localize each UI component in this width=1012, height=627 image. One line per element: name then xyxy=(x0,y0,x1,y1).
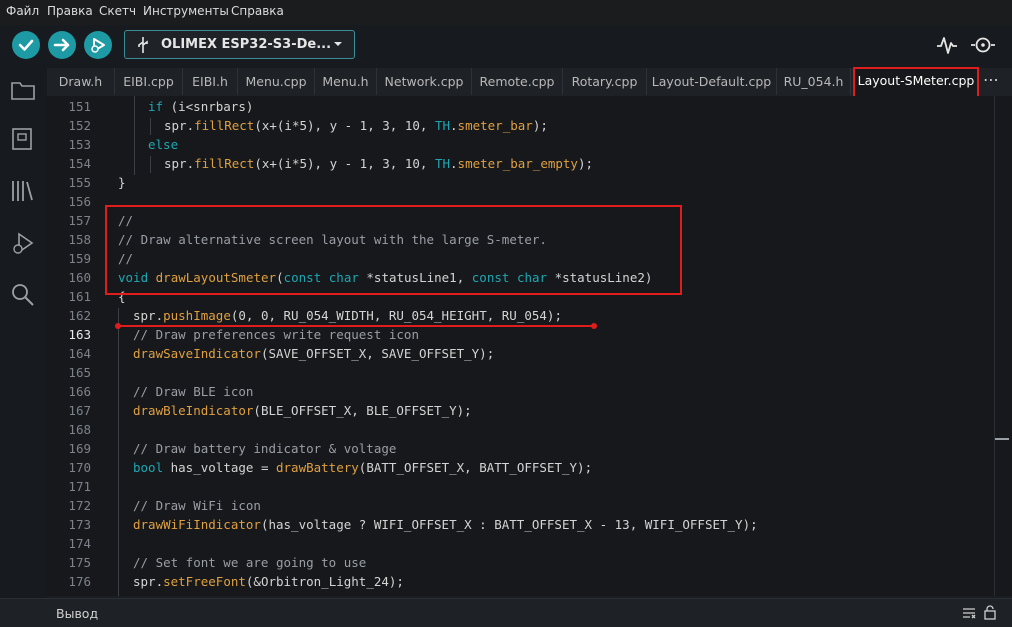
code-line: bool has_voltage = drawBattery(BATT_OFFS… xyxy=(133,460,593,475)
menu-tools[interactable]: Инструменты xyxy=(143,4,229,18)
vertical-scrollbar[interactable] xyxy=(994,96,995,596)
code-line: drawSaveIndicator(SAVE_OFFSET_X, SAVE_OF… xyxy=(133,346,495,361)
clear-output-icon[interactable] xyxy=(962,607,976,619)
search-icon[interactable] xyxy=(10,282,36,308)
line-number: 166 xyxy=(68,384,91,399)
debug-button[interactable] xyxy=(84,31,112,59)
line-number: 160 xyxy=(68,270,91,285)
menu-help[interactable]: Справка xyxy=(231,4,284,18)
line-number: 157 xyxy=(68,213,91,228)
boards-manager-icon[interactable] xyxy=(10,126,36,152)
debug-icon xyxy=(91,38,105,53)
line-number: 168 xyxy=(68,422,91,437)
code-line: spr.fillRect(x+(i*5), y - 1, 3, 10, TH.s… xyxy=(164,156,594,171)
line-number: 165 xyxy=(68,365,91,380)
indent-guide xyxy=(150,118,151,135)
tab-remote-cpp[interactable]: Remote.cpp xyxy=(472,68,563,95)
line-number: 175 xyxy=(68,555,91,570)
line-number: 169 xyxy=(68,441,91,456)
line-number: 161 xyxy=(68,289,91,304)
line-number: 154 xyxy=(68,156,91,171)
line-number: 172 xyxy=(68,498,91,513)
line-number: 171 xyxy=(68,479,91,494)
code-line: // Draw BLE icon xyxy=(133,384,254,399)
tab-menu-h[interactable]: Menu.h xyxy=(315,68,377,95)
underline-start-dot xyxy=(115,323,121,329)
line-number: 152 xyxy=(68,118,91,133)
code-editor[interactable]: 151 152 153 154 155 156 157 158 159 160 … xyxy=(47,96,1012,596)
board-selector[interactable]: OLIMEX ESP32-S3-De... xyxy=(124,30,355,59)
code-line: drawBleIndicator(BLE_OFFSET_X, BLE_OFFSE… xyxy=(133,403,472,418)
usb-icon xyxy=(138,37,148,53)
line-number: 159 xyxy=(68,251,91,266)
highlight-underline xyxy=(117,325,594,327)
upload-button[interactable] xyxy=(48,31,76,59)
more-tabs-icon[interactable]: ⋯ xyxy=(983,70,999,89)
line-number: 173 xyxy=(68,517,91,532)
tab-ru-054-h[interactable]: RU_054.h xyxy=(777,68,851,95)
highlight-box xyxy=(105,205,682,295)
serial-monitor-icon[interactable] xyxy=(970,34,996,56)
code-line-current: // Draw preferences write request icon xyxy=(133,327,419,342)
underline-end-dot xyxy=(591,323,597,329)
line-number: 164 xyxy=(68,346,91,361)
chevron-down-icon xyxy=(334,42,342,46)
toolbar: OLIMEX ESP32-S3-De... xyxy=(0,25,1012,68)
code-line: // Draw battery indicator & voltage xyxy=(133,441,397,456)
line-number: 151 xyxy=(68,99,91,114)
line-number: 170 xyxy=(68,460,91,475)
tab-layout-default-cpp[interactable]: Layout-Default.cpp xyxy=(647,68,777,95)
indent-guide xyxy=(118,308,119,596)
tab-menu-cpp[interactable]: Menu.cpp xyxy=(238,68,315,95)
line-number-current: 163 xyxy=(68,327,91,342)
line-number: 153 xyxy=(68,137,91,152)
folder-icon[interactable] xyxy=(10,78,36,102)
indent-guide xyxy=(134,96,135,175)
code-line: drawWiFiIndicator(has_voltage ? WIFI_OFF… xyxy=(133,517,758,532)
line-number: 167 xyxy=(68,403,91,418)
menu-file[interactable]: Файл xyxy=(6,4,39,18)
verify-icon xyxy=(18,39,34,51)
line-number-gutter: 151 152 153 154 155 156 157 158 159 160 … xyxy=(47,96,100,596)
line-number: 162 xyxy=(68,308,91,323)
board-name: OLIMEX ESP32-S3-De... xyxy=(161,37,332,52)
menu-edit[interactable]: Правка xyxy=(47,4,93,18)
code-line: // Set font we are going to use xyxy=(133,555,367,570)
output-label[interactable]: Вывод xyxy=(56,606,98,621)
line-number: 158 xyxy=(68,232,91,247)
scrollbar-position-marker xyxy=(995,438,1009,440)
tab-rotary-cpp[interactable]: Rotary.cpp xyxy=(563,68,647,95)
line-number: 174 xyxy=(68,536,91,551)
code-line: spr.pushImage(0, 0, RU_054_WIDTH, RU_054… xyxy=(133,308,562,323)
activity-bar xyxy=(0,68,47,598)
code-line: // Draw WiFi icon xyxy=(133,498,261,513)
line-number: 155 xyxy=(68,175,91,190)
menu-sketch[interactable]: Скетч xyxy=(99,4,136,18)
debug-icon[interactable] xyxy=(10,230,36,256)
line-number: 176 xyxy=(68,574,91,589)
tab-eibi-h[interactable]: EIBI.h xyxy=(183,68,238,95)
tab-draw-h[interactable]: Draw.h xyxy=(47,68,115,95)
tab-network-cpp[interactable]: Network.cpp xyxy=(377,68,472,95)
output-panel-bar: Вывод xyxy=(0,598,1012,627)
tab-bar: Draw.h EIBI.cpp EIBI.h Menu.cpp Menu.h N… xyxy=(47,67,1012,98)
line-number: 156 xyxy=(68,194,91,209)
code-line: if (i<snrbars) xyxy=(148,99,254,114)
code-line: } xyxy=(118,175,126,190)
upload-icon xyxy=(53,38,70,52)
lock-icon[interactable] xyxy=(983,605,997,620)
library-icon[interactable] xyxy=(10,178,36,204)
code-line: else xyxy=(148,137,179,152)
tab-eibi-cpp[interactable]: EIBI.cpp xyxy=(115,68,183,95)
code-line: spr.setFreeFont(&Orbitron_Light_24); xyxy=(133,574,404,589)
serial-plotter-icon[interactable] xyxy=(936,34,958,56)
menu-bar: Файл Правка Скетч Инструменты Справка xyxy=(0,0,1012,25)
indent-guide xyxy=(150,156,151,173)
tab-layout-smeter-cpp[interactable]: Layout-SMeter.cpp xyxy=(853,67,979,98)
code-line: spr.fillRect(x+(i*5), y - 1, 3, 10, TH.s… xyxy=(164,118,548,133)
verify-button[interactable] xyxy=(12,31,40,59)
